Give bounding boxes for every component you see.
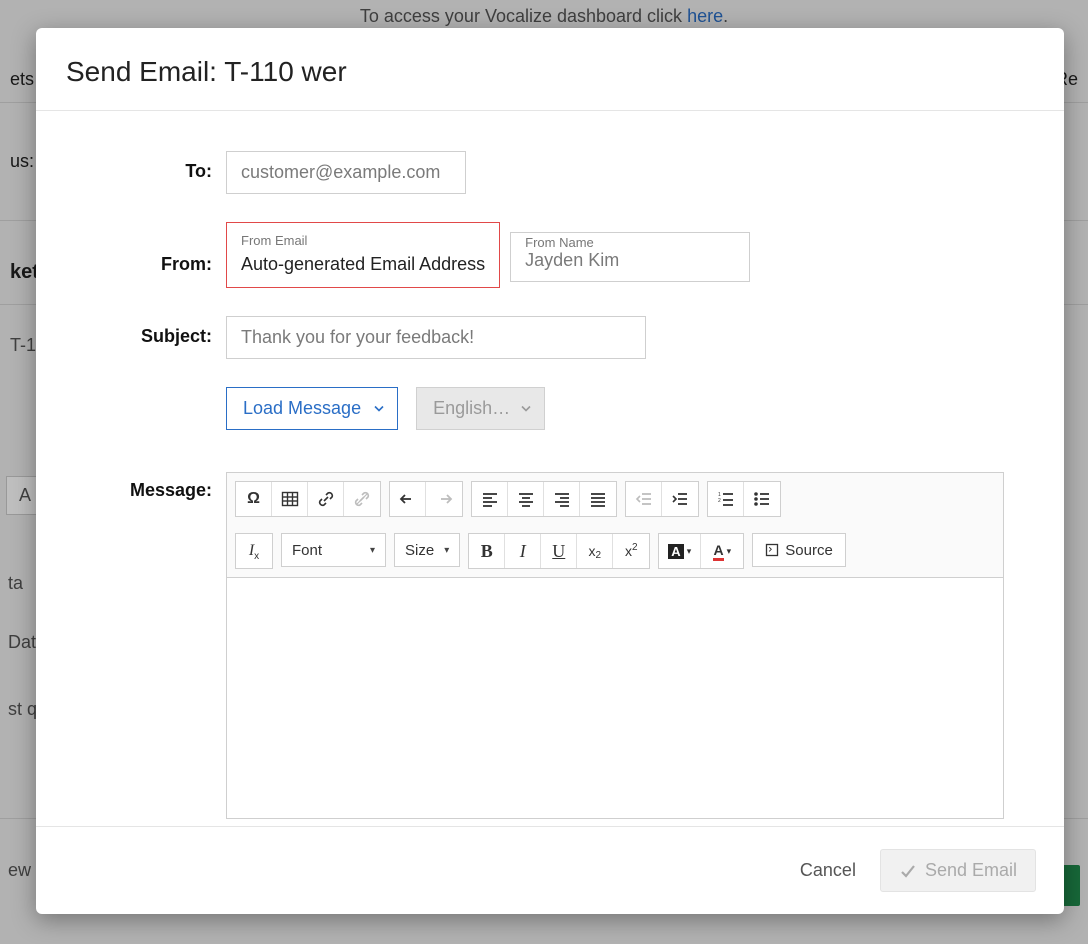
- text-color-icon[interactable]: A▾: [701, 534, 743, 568]
- label-from: From:: [96, 222, 226, 275]
- label-to: To:: [96, 151, 226, 182]
- send-email-label: Send Email: [925, 860, 1017, 881]
- font-select[interactable]: Font ▾: [281, 533, 386, 567]
- remove-format-icon[interactable]: Ix: [236, 534, 272, 568]
- superscript-icon[interactable]: x2: [613, 534, 649, 568]
- modal-title: Send Email: T-110 wer: [66, 56, 1034, 88]
- cancel-button[interactable]: Cancel: [794, 850, 862, 891]
- special-char-icon[interactable]: Ω: [236, 482, 272, 516]
- italic-icon[interactable]: I: [505, 534, 541, 568]
- source-button[interactable]: Source: [752, 533, 846, 567]
- subscript-icon[interactable]: x2: [577, 534, 613, 568]
- from-name-field[interactable]: From Name Jayden Kim: [510, 232, 750, 282]
- link-icon[interactable]: [308, 482, 344, 516]
- send-email-button[interactable]: Send Email: [880, 849, 1036, 892]
- redo-icon[interactable]: [426, 482, 462, 516]
- unordered-list-icon[interactable]: [744, 482, 780, 516]
- subject-field[interactable]: Thank you for your feedback!: [226, 316, 646, 359]
- unlink-icon[interactable]: [344, 482, 380, 516]
- size-select-label: Size: [405, 542, 434, 559]
- editor-toolbar: Ω: [227, 473, 1003, 578]
- chevron-down-icon: [373, 398, 385, 419]
- modal-footer: Cancel Send Email: [36, 826, 1064, 914]
- from-name-label: From Name: [525, 235, 735, 250]
- send-email-modal: Send Email: T-110 wer To: customer@examp…: [36, 28, 1064, 914]
- font-select-label: Font: [292, 542, 322, 559]
- from-email-value: Auto-generated Email Address: [241, 254, 485, 275]
- caret-down-icon: ▾: [444, 545, 449, 556]
- align-justify-icon[interactable]: [580, 482, 616, 516]
- source-label: Source: [785, 542, 833, 559]
- svg-text:2: 2: [718, 498, 721, 504]
- ordered-list-icon[interactable]: 12: [708, 482, 744, 516]
- from-email-label: From Email: [241, 233, 485, 248]
- underline-icon[interactable]: U: [541, 534, 577, 568]
- modal-body: To: customer@example.com From: From Emai…: [36, 111, 1064, 826]
- align-left-icon[interactable]: [472, 482, 508, 516]
- from-name-value: Jayden Kim: [525, 250, 735, 271]
- language-label: English…: [433, 398, 510, 418]
- align-center-icon[interactable]: [508, 482, 544, 516]
- caret-down-icon: ▾: [370, 545, 375, 556]
- from-email-field[interactable]: From Email Auto-generated Email Address: [226, 222, 500, 288]
- language-dropdown[interactable]: English…: [416, 387, 545, 430]
- label-message: Message:: [96, 458, 226, 501]
- load-message-label: Load Message: [243, 398, 361, 418]
- outdent-icon[interactable]: [626, 482, 662, 516]
- table-icon[interactable]: [272, 482, 308, 516]
- undo-icon[interactable]: [390, 482, 426, 516]
- bold-icon[interactable]: B: [469, 534, 505, 568]
- load-message-dropdown[interactable]: Load Message: [226, 387, 398, 430]
- check-icon: [899, 862, 917, 880]
- modal-header: Send Email: T-110 wer: [36, 28, 1064, 111]
- editor-body[interactable]: [227, 578, 1003, 818]
- label-subject: Subject:: [96, 316, 226, 347]
- align-right-icon[interactable]: [544, 482, 580, 516]
- rich-text-editor: Ω: [226, 472, 1004, 819]
- to-field[interactable]: customer@example.com: [226, 151, 466, 194]
- size-select[interactable]: Size ▾: [394, 533, 460, 567]
- chevron-down-icon: [520, 398, 532, 419]
- background-color-icon[interactable]: A▾: [659, 534, 701, 568]
- indent-icon[interactable]: [662, 482, 698, 516]
